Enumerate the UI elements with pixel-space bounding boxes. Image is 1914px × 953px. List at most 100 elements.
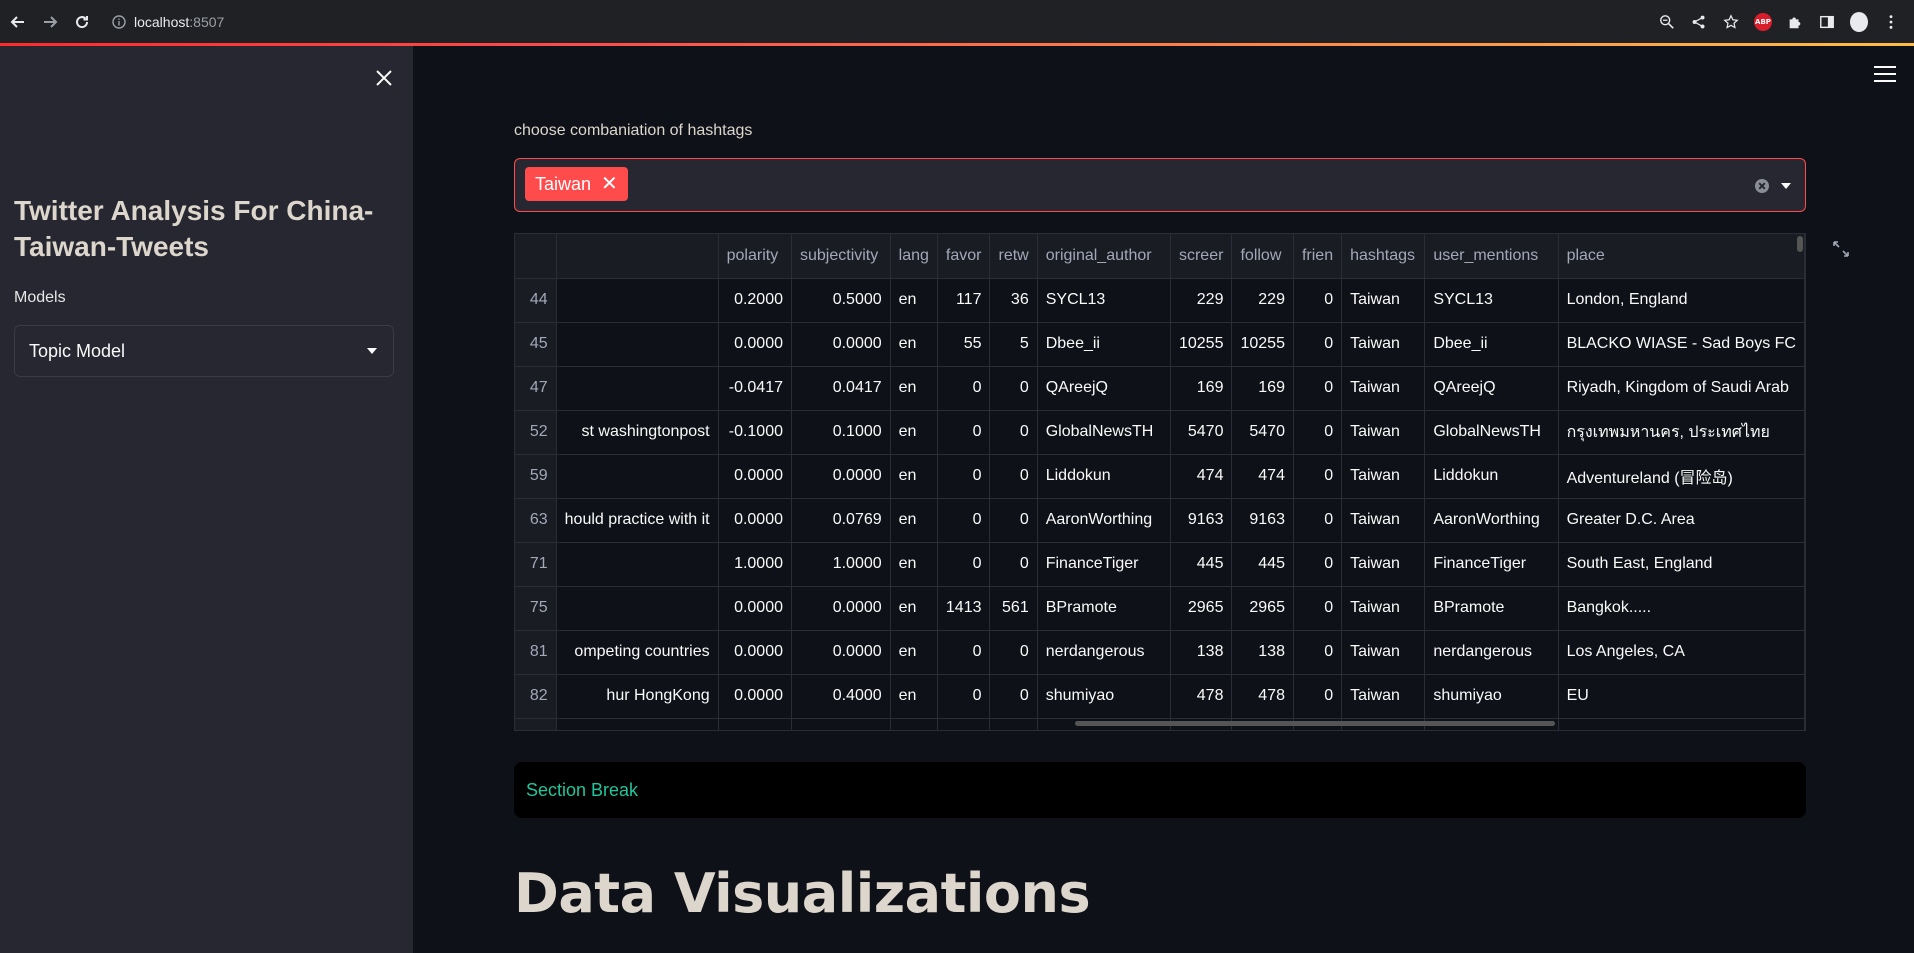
table-cell[interactable]: 0.0000 — [718, 630, 793, 675]
table-cell[interactable]: 0 — [1293, 586, 1343, 631]
table-cell[interactable]: 0 — [989, 366, 1038, 411]
table-cell[interactable]: 0.5000 — [791, 278, 891, 323]
table-cell[interactable] — [556, 586, 719, 631]
table-cell[interactable]: en — [890, 586, 938, 631]
table-cell[interactable]: 0 — [1293, 630, 1343, 675]
table-cell[interactable] — [556, 718, 719, 730]
table-cell[interactable] — [556, 322, 719, 367]
table-cell[interactable]: 1 — [937, 718, 991, 730]
table-cell[interactable]: Taiwan — [1341, 366, 1426, 411]
table-cell[interactable]: 0 — [1293, 454, 1343, 499]
dataframe[interactable]: polarity subjectivity lang favor retw origina… — [514, 233, 1806, 731]
table-cell[interactable]: 1.0000 — [791, 542, 891, 587]
table-cell[interactable]: 0 — [937, 674, 991, 719]
table-cell[interactable]: 5470 — [1231, 410, 1294, 455]
table-cell[interactable]: Delhi Church of scientology — [1558, 718, 1805, 730]
table-cell[interactable]: 0.0000 — [791, 322, 891, 367]
table-row[interactable]: 45 0.0000 0.0000 en 55 5 Dbee_ii 10255 10255 0 Tai… — [515, 322, 1805, 367]
table-cell[interactable]: Dbee_ii — [1424, 322, 1559, 367]
table-cell[interactable]: 0 — [937, 498, 991, 543]
hashtags-multiselect[interactable]: Taiwan ✕ — [514, 158, 1806, 212]
column-header[interactable]: place — [1558, 234, 1805, 279]
table-cell[interactable]: Adventureland (冒险岛) — [1558, 454, 1805, 499]
table-cell[interactable]: Taiwan — [1341, 278, 1426, 323]
table-cell[interactable]: 0 — [989, 630, 1038, 675]
table-cell[interactable]: 0 — [1293, 410, 1343, 455]
row-index[interactable]: 47 — [515, 366, 557, 411]
table-cell[interactable]: 169 — [1231, 366, 1294, 411]
table-cell[interactable]: en — [890, 322, 938, 367]
row-index[interactable]: 75 — [515, 586, 557, 631]
reload-icon[interactable] — [68, 8, 96, 36]
table-row[interactable]: 63 hould practice with it 0.0000 0.0769 en 0 0… — [515, 498, 1805, 543]
table-cell[interactable]: 2965 — [1170, 586, 1233, 631]
table-cell[interactable]: en — [890, 674, 938, 719]
table-cell[interactable]: GlobalNewsTH — [1424, 410, 1559, 455]
column-header[interactable]: user_mentions — [1424, 234, 1559, 279]
table-cell[interactable]: 9163 — [1170, 498, 1233, 543]
table-cell[interactable]: 474 — [1170, 454, 1233, 499]
table-cell[interactable]: Dbee_ii — [1037, 322, 1171, 367]
table-row[interactable]: 59 0.0000 0.0000 en 0 0 Liddokun 474 474 0 Taiwan L… — [515, 454, 1805, 499]
table-cell[interactable]: 0 — [1293, 674, 1343, 719]
table-cell[interactable]: 10255 — [1231, 322, 1294, 367]
back-arrow-icon[interactable] — [4, 8, 32, 36]
table-cell[interactable]: 0.1000 — [791, 410, 891, 455]
table-cell[interactable]: EU — [1558, 674, 1805, 719]
table-cell[interactable]: 0 — [989, 498, 1038, 543]
table-cell[interactable]: 0.0417 — [791, 366, 891, 411]
table-cell[interactable]: 0.0000 — [718, 718, 793, 730]
table-cell[interactable]: 1413 — [937, 586, 991, 631]
horizontal-scrollbar[interactable] — [1075, 721, 1555, 726]
row-index[interactable]: 71 — [515, 542, 557, 587]
table-cell[interactable]: 0 — [989, 410, 1038, 455]
info-icon[interactable] — [112, 15, 126, 29]
table-cell[interactable]: 0 — [989, 542, 1038, 587]
table-cell[interactable]: Liddokun — [1037, 454, 1171, 499]
column-header[interactable]: subjectivity — [791, 234, 891, 279]
table-cell[interactable]: QAreejQ — [1424, 366, 1559, 411]
table-cell[interactable]: กรุงเทพมหานคร, ประเทศไทย — [1558, 410, 1805, 455]
table-row[interactable]: 52st washingtonpost -0.1000 0.1000 en 0 0 Glob… — [515, 410, 1805, 455]
row-index[interactable]: 52 — [515, 410, 557, 455]
table-row[interactable]: 81 ompeting countries 0.0000 0.0000 en 0 0 nerd… — [515, 630, 1805, 675]
table-cell[interactable]: 0 — [1293, 278, 1343, 323]
table-cell[interactable]: 138 — [1170, 630, 1233, 675]
zoom-icon[interactable] — [1658, 13, 1676, 31]
table-cell[interactable]: 0 — [989, 674, 1038, 719]
table-cell[interactable]: GlobalNewsTH — [1037, 410, 1171, 455]
table-cell[interactable]: 10255 — [1170, 322, 1233, 367]
table-cell[interactable]: Liddokun — [1424, 454, 1559, 499]
table-cell[interactable]: 1.0000 — [718, 542, 793, 587]
column-header[interactable]: original_author — [1037, 234, 1171, 279]
table-cell[interactable]: nerdangerous — [1037, 630, 1171, 675]
side-panel-icon[interactable] — [1818, 13, 1836, 31]
table-cell[interactable]: -0.1000 — [718, 410, 793, 455]
table-cell[interactable]: Riyadh, Kingdom of Saudi Arab — [1558, 366, 1805, 411]
column-header[interactable] — [515, 234, 557, 279]
table-cell[interactable]: 2965 — [1231, 586, 1294, 631]
table-cell[interactable]: Bangkok..... — [1558, 586, 1805, 631]
address-bar[interactable]: localhost:8507 — [104, 8, 1544, 36]
table-cell[interactable]: 0 — [1293, 542, 1343, 587]
main-menu-icon[interactable] — [1874, 66, 1896, 84]
table-row[interactable]: 75 0.0000 0.0000 en 1413 561 BPramote 2965 2965 0… — [515, 586, 1805, 631]
table-cell[interactable]: en — [890, 278, 938, 323]
table-cell[interactable]: 445 — [1170, 542, 1233, 587]
table-cell[interactable]: 0.0000 — [791, 586, 891, 631]
table-cell[interactable] — [556, 454, 719, 499]
table-cell[interactable]: en — [890, 410, 938, 455]
column-header[interactable]: favor — [937, 234, 991, 279]
table-cell[interactable]: SYCL13 — [1037, 278, 1171, 323]
table-cell[interactable]: 1 — [989, 718, 1038, 730]
table-cell[interactable]: 0 — [937, 410, 991, 455]
row-index[interactable]: 44 — [515, 278, 557, 323]
browser-menu-icon[interactable] — [1882, 13, 1900, 31]
table-cell[interactable]: en — [890, 542, 938, 587]
table-cell[interactable]: 0.0000 — [791, 718, 891, 730]
table-cell[interactable] — [556, 278, 719, 323]
close-sidebar-icon[interactable] — [372, 66, 396, 90]
table-cell[interactable]: 0.0000 — [718, 674, 793, 719]
table-cell[interactable]: 478 — [1170, 674, 1233, 719]
table-cell[interactable]: 474 — [1231, 454, 1294, 499]
